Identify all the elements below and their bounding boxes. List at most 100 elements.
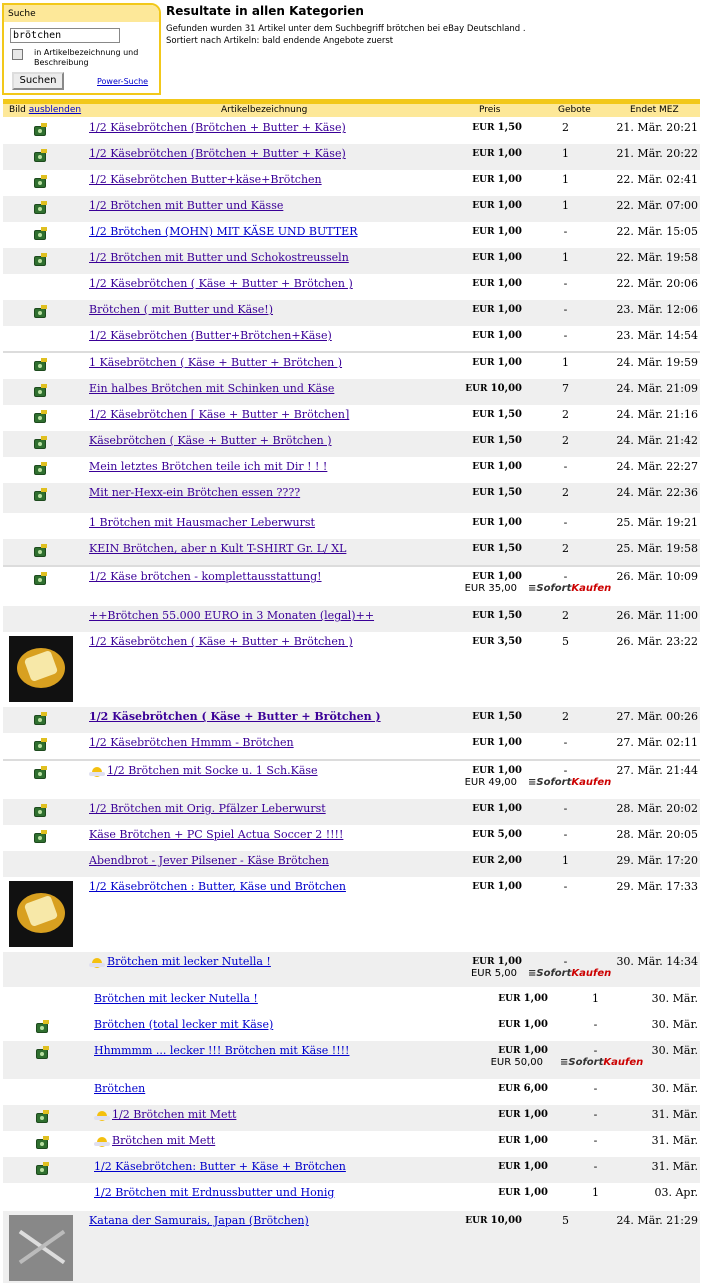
- end-time: 31. Mär.: [651, 1134, 698, 1147]
- table-row: 1/2 Brötchen mit Mett EUR 1,00-31. Mär.: [3, 1105, 700, 1131]
- item-title-cell: Hhmmmm ... lecker !!! Brötchen mit Käse …: [94, 1044, 349, 1057]
- price-value: 1,50: [497, 543, 522, 554]
- camera-icon: [34, 305, 47, 318]
- item-thumbnail[interactable]: [9, 636, 73, 702]
- currency-label: EUR: [472, 738, 495, 748]
- table-row: 1/2 Käsebrötchen ( Käse + Butter + Brötc…: [3, 632, 700, 707]
- featured-sun-icon: [94, 1109, 110, 1121]
- item-title-link[interactable]: 1/2 Käsebrötchen ( Käse + Butter + Brötc…: [89, 277, 353, 290]
- item-title-link[interactable]: Abendbrot - Jever Pilsener - Käse Brötch…: [89, 854, 329, 867]
- item-title-link[interactable]: 1/2 Brötchen mit Butter und Kässe: [89, 199, 283, 212]
- table-row: ++Brötchen 55.000 EURO in 3 Monaten (leg…: [3, 606, 700, 632]
- table-row: Mein letztes Brötchen teile ich mit Dir …: [3, 457, 700, 483]
- item-title-link[interactable]: Brötchen mit Mett: [112, 1134, 215, 1147]
- item-title-link[interactable]: 1/2 Käsebrötchen: Butter + Käse + Brötch…: [94, 1160, 346, 1173]
- sofort-kaufen-logo[interactable]: ≡SofortKaufen: [528, 583, 611, 594]
- item-title-link[interactable]: Brötchen mit lecker Nutella !: [107, 955, 271, 968]
- item-title-link[interactable]: Ein halbes Brötchen mit Schinken und Käs…: [89, 382, 334, 395]
- price-value: 1,00: [497, 304, 522, 315]
- price-value: 1,00: [497, 517, 522, 528]
- price-value: 1,00: [497, 226, 522, 237]
- description-search-checkbox[interactable]: [12, 49, 23, 60]
- item-title-cell: Brötchen mit Mett: [94, 1134, 215, 1147]
- search-panel: Suche brötchen in Artikelbezeichnung und…: [2, 3, 161, 95]
- item-title-link[interactable]: 1/2 Käsebrötchen Butter+käse+Brötchen: [89, 173, 322, 186]
- item-title-link[interactable]: Hhmmmm ... lecker !!! Brötchen mit Käse …: [94, 1044, 349, 1057]
- item-title-link[interactable]: 1/2 Käsebrötchen : Butter, Käse und Bröt…: [89, 880, 346, 893]
- col-ends-header[interactable]: Endet MEZ: [630, 105, 679, 115]
- sofort-kaufen-logo[interactable]: ≡SofortKaufen: [528, 777, 611, 788]
- item-title-link[interactable]: 1/2 Käsebrötchen [ Käse + Butter + Brötc…: [89, 408, 349, 421]
- item-title-link[interactable]: Brötchen (total lecker mit Käse): [94, 1018, 273, 1031]
- item-title-link[interactable]: 1/2 Brötchen mit Socke u. 1 Sch.Käse: [107, 764, 318, 777]
- price-value: 1,00: [523, 1045, 548, 1056]
- table-row: 1/2 Käsebrötchen Butter+käse+Brötchen EUR…: [3, 170, 700, 196]
- item-title-link[interactable]: 1/2 Käse brötchen - komplettausstattung!: [89, 570, 322, 583]
- item-title-link[interactable]: Käse Brötchen + PC Spiel Actua Soccer 2 …: [89, 828, 343, 841]
- item-title-cell: Mein letztes Brötchen teile ich mit Dir …: [89, 460, 327, 473]
- sofort-label: ≡Sofort: [528, 968, 572, 979]
- currency-label: EUR: [472, 410, 495, 420]
- item-title-link[interactable]: 1/2 Brötchen mit Orig. Pfälzer Leberwurs…: [89, 802, 326, 815]
- price-cell: EUR 1,00: [449, 304, 522, 315]
- item-title-link[interactable]: 1/2 Käsebrötchen (Brötchen + Butter + Kä…: [89, 121, 346, 134]
- item-title-link[interactable]: Mein letztes Brötchen teile ich mit Dir …: [89, 460, 327, 473]
- sofort-kaufen-logo[interactable]: ≡SofortKaufen: [528, 968, 611, 979]
- price-value: 1,00: [523, 1187, 548, 1198]
- currency-label: EUR: [498, 1162, 521, 1172]
- item-thumbnail[interactable]: [9, 1215, 73, 1281]
- item-thumbnail[interactable]: [9, 881, 73, 947]
- price-cell: EUR 1,50: [449, 435, 522, 446]
- col-bids-header[interactable]: Gebote: [558, 105, 591, 115]
- item-title-link[interactable]: 1/2 Käsebrötchen Hmmm - Brötchen: [89, 736, 294, 749]
- price-cell: EUR 1,00: [449, 148, 522, 159]
- price-value: 1,50: [497, 122, 522, 133]
- item-title-link[interactable]: Brötchen ( mit Butter und Käse!): [89, 303, 273, 316]
- item-title-link[interactable]: 1 Brötchen mit Hausmacher Leberwurst: [89, 516, 315, 529]
- item-title-link[interactable]: Katana der Samurais, Japan (Brötchen): [89, 1214, 309, 1227]
- item-title-link[interactable]: Käsebrötchen ( Käse + Butter + Brötchen …: [89, 434, 332, 447]
- item-title-cell: 1 Brötchen mit Hausmacher Leberwurst: [89, 516, 315, 529]
- power-search-link[interactable]: Power-Suche: [97, 77, 148, 86]
- item-title-cell: 1/2 Käsebrötchen (Brötchen + Butter + Kä…: [89, 147, 346, 160]
- item-title-link[interactable]: 1/2 Käsebrötchen ( Käse + Butter + Brötc…: [89, 635, 353, 648]
- sofort-kaufen-logo[interactable]: ≡SofortKaufen: [560, 1057, 643, 1068]
- search-input[interactable]: brötchen: [10, 28, 120, 43]
- item-title-link[interactable]: Brötchen: [94, 1082, 145, 1095]
- camera-icon: [36, 1046, 49, 1059]
- price-cell: EUR 1,00: [449, 226, 522, 237]
- item-title-cell: ++Brötchen 55.000 EURO in 3 Monaten (leg…: [89, 609, 374, 622]
- search-button[interactable]: Suchen: [12, 72, 64, 90]
- col-title-header[interactable]: Artikelbezeichnung: [221, 105, 307, 115]
- table-row: 1 Brötchen mit Hausmacher Leberwurst EUR …: [3, 513, 700, 539]
- item-title-link[interactable]: 1/2 Brötchen (MOHN) MIT KÄSE UND BUTTER: [89, 225, 357, 238]
- camera-icon: [34, 410, 47, 423]
- item-title-link[interactable]: 1/2 Brötchen mit Mett: [112, 1108, 236, 1121]
- price-cell: EUR 1,00: [449, 881, 522, 892]
- item-title-link[interactable]: 1 Käsebrötchen ( Käse + Butter + Brötche…: [89, 356, 342, 369]
- currency-label: EUR: [465, 384, 488, 394]
- item-title-link[interactable]: KEIN Brötchen, aber n Kult T-SHIRT Gr. L…: [89, 542, 346, 555]
- camera-icon: [34, 175, 47, 188]
- price-cell: EUR 3,50: [449, 636, 522, 647]
- price-value: 1,00: [497, 803, 522, 814]
- hide-images-link[interactable]: ausblenden: [29, 105, 81, 115]
- item-title-cell: 1/2 Käsebrötchen ( Käse + Butter + Brötc…: [89, 277, 353, 290]
- camera-icon: [34, 462, 47, 475]
- item-title-link[interactable]: 1/2 Brötchen mit Butter und Schokostreus…: [89, 251, 349, 264]
- currency-label: EUR: [472, 305, 495, 315]
- item-title-link[interactable]: 1/2 Käsebrötchen ( Käse + Butter + Brötc…: [89, 710, 381, 723]
- end-time: 22. Mär. 19:58: [616, 251, 698, 264]
- price-cell: EUR 1,00: [475, 1161, 548, 1172]
- item-title-link[interactable]: 1/2 Brötchen mit Erdnussbutter und Honig: [94, 1186, 334, 1199]
- item-title-cell: 1/2 Brötchen (MOHN) MIT KÄSE UND BUTTER: [89, 225, 357, 238]
- item-title-link[interactable]: ++Brötchen 55.000 EURO in 3 Monaten (leg…: [89, 609, 374, 622]
- item-title-link[interactable]: Mit ner-Hexx-ein Brötchen essen ????: [89, 486, 300, 499]
- camera-icon: [34, 253, 47, 266]
- item-title-link[interactable]: Brötchen mit lecker Nutella !: [94, 992, 258, 1005]
- item-title-link[interactable]: 1/2 Käsebrötchen (Brötchen + Butter + Kä…: [89, 147, 346, 160]
- item-title-link[interactable]: 1/2 Käsebrötchen (Butter+Brötchen+Käse): [89, 329, 332, 342]
- currency-label: EUR: [472, 572, 495, 582]
- col-price-header[interactable]: Preis: [479, 105, 501, 115]
- price-value: 1,00: [497, 461, 522, 472]
